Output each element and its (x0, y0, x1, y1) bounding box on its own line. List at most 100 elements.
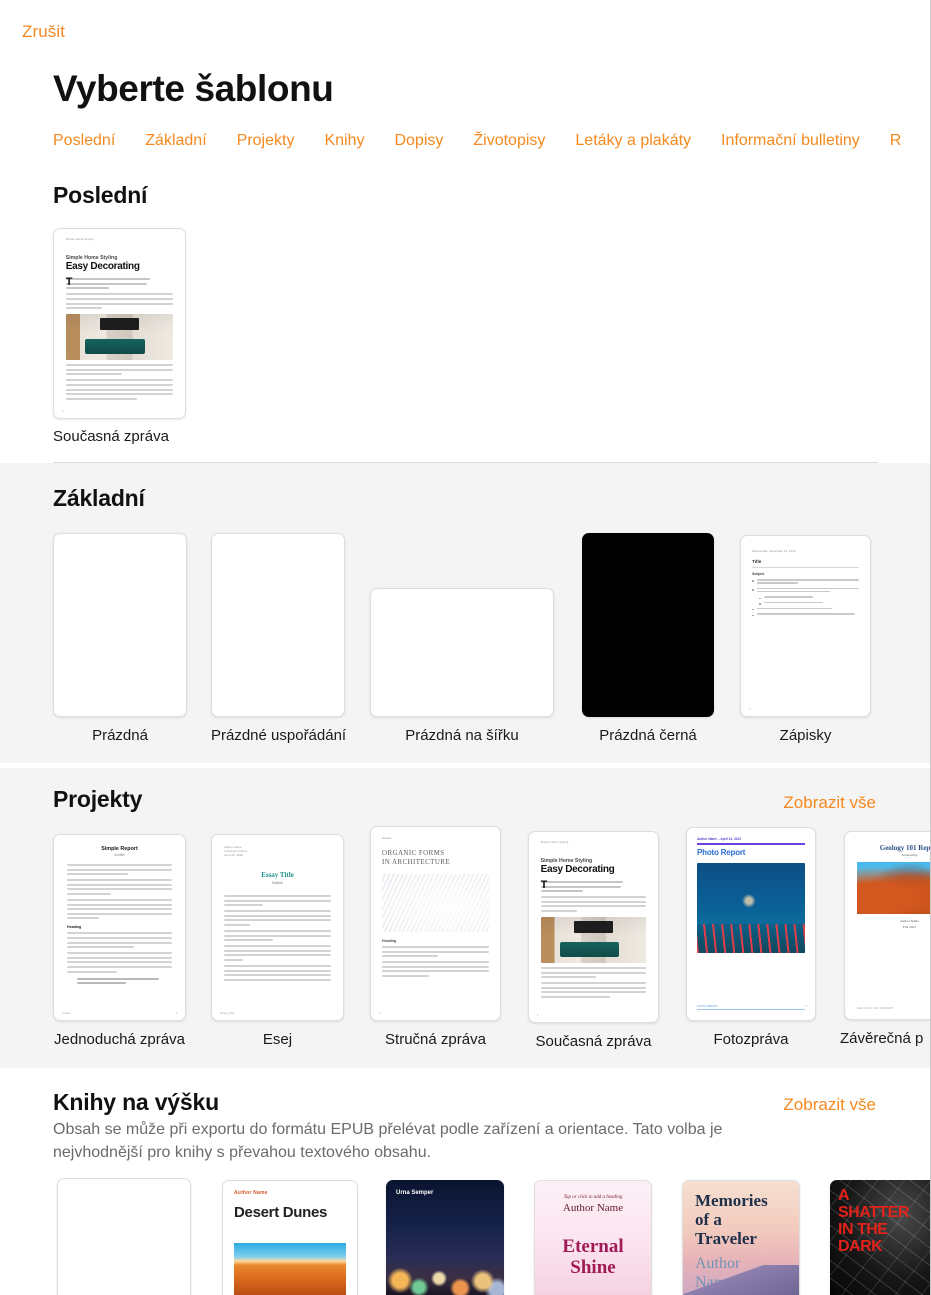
tab-informacni-bulletiny[interactable]: Informační bulletiny (721, 132, 860, 150)
template-card-zapisky[interactable]: Wednesday, December 14, 2019 Title Subje… (740, 535, 871, 744)
doc-title: Easy Decorating (65, 261, 140, 273)
template-card-prazdna[interactable]: Prázdná (53, 533, 187, 744)
show-all-projekty-link[interactable]: Zobrazit vše (783, 793, 876, 813)
template-thumbnail-fotozprava[interactable]: Author Name – April 14, 2022 Photo Repor… (686, 827, 816, 1021)
doc-dropcap: T (65, 276, 73, 289)
desert-title: Desert Dunes (234, 1204, 328, 1221)
template-card-fotozprava[interactable]: Author Name – April 14, 2022 Photo Repor… (686, 827, 816, 1048)
template-thumbnail-soucasna-zprava[interactable]: Simple Home Styling Simple Home Styling … (53, 228, 186, 419)
memories-title-line2: of a (695, 1210, 722, 1229)
category-tab-bar[interactable]: Poslední Základní Projekty Knihy Dopisy … (53, 128, 930, 154)
doc-preview-simple-report: Simple Report Subtitle Heading Footer 1 (54, 835, 185, 1020)
brief-page-number: 1 (379, 1011, 381, 1015)
geo-canyon-photo (857, 862, 930, 914)
section-heading-posledni: Poslední (53, 182, 148, 208)
photo-title: Photo Report (697, 848, 746, 857)
template-thumbnail-jednoducha-zprava[interactable]: Simple Report Subtitle Heading Footer 1 (53, 834, 186, 1021)
book-thumbnail-blank[interactable] (57, 1178, 191, 1295)
eternal-kicker: Tap or click to add a heading (563, 1195, 623, 1200)
template-card-esej[interactable]: Author Name Instructor's Name June 09, 2… (211, 834, 344, 1048)
template-label-zaverecna-prace: Závěrečná p (840, 1030, 924, 1047)
template-label-jednoducha-zprava: Jednoduchá zpráva (54, 1031, 185, 1048)
section-heading-zakladni: Základní (53, 485, 145, 511)
template-thumbnail-zaverecna-prace[interactable]: Geology 101 Report Subheading Author Nam… (844, 831, 931, 1020)
sr-title: Simple Report (101, 846, 138, 852)
section-projekty: Projekty Zobrazit vše Simple Report Subt… (0, 768, 931, 1068)
desert-dune-photo (234, 1243, 346, 1295)
tab-dopisy[interactable]: Dopisy (394, 132, 443, 150)
template-thumbnail-prazdna-na-sirku[interactable] (370, 588, 554, 717)
book-cover-urna-semper: Urna Semper (386, 1180, 504, 1295)
memories-mountain (683, 1265, 799, 1295)
memories-title-line3: Traveler (695, 1229, 757, 1248)
book-card-eternal-shine[interactable]: Tap or click to add a heading Author Nam… (534, 1180, 652, 1295)
eternal-title-line1: Eternal (562, 1236, 624, 1257)
template-card-prazdne-usporadani[interactable]: Prázdné uspořádání (211, 533, 346, 744)
geo-footer: GEOLOGY 101 REPORT (857, 1007, 894, 1010)
book-card-shatter[interactable]: A SHATTER IN THE DARK (830, 1180, 930, 1295)
shatter-title-line3: IN THE (838, 1221, 888, 1238)
template-thumbnail-zapisky[interactable]: Wednesday, December 14, 2019 Title Subje… (740, 535, 871, 717)
photo-page-number: 1 (805, 1004, 807, 1008)
template-card-zaverecna-prace[interactable]: Geology 101 Report Subheading Author Nam… (840, 831, 931, 1047)
template-label-zapisky: Zápisky (779, 727, 832, 744)
section-zakladni: Základní Prázdná Prázdné uspořádání Práz… (0, 463, 930, 763)
template-thumbnail-prazdna-cerna[interactable] (582, 533, 714, 717)
doc2-eyebrow-small: Simple Home Styling (540, 841, 569, 845)
tab-projekty[interactable]: Projekty (237, 132, 295, 150)
template-thumbnail-prazdne-usporadani[interactable] (211, 533, 345, 717)
template-thumbnail-esej[interactable]: Author Name Instructor's Name June 09, 2… (211, 834, 344, 1021)
tab-zakladni[interactable]: Základní (145, 132, 206, 150)
doc-preview-notes: Wednesday, December 14, 2019 Title Subje… (741, 536, 870, 716)
book-cover-shatter: A SHATTER IN THE DARK (830, 1180, 930, 1295)
book-thumbnail-eternal-shine[interactable]: Tap or click to add a heading Author Nam… (534, 1180, 652, 1295)
doc-preview-brief-report: Header ORGANIC FORMS IN ARCHITECTURE Hea… (371, 827, 500, 1020)
essay-footer: Essay Title (220, 1011, 235, 1015)
template-card-soucasna-zprava-2[interactable]: Simple Home Styling Simple Home Styling … (528, 831, 659, 1050)
template-thumbnail-prazdna[interactable] (53, 533, 187, 717)
book-card-desert-dunes[interactable]: Author Name Desert Dunes (222, 1180, 358, 1295)
doc2-room-photo (540, 916, 647, 963)
doc-preview-essay: Author Name Instructor's Name June 09, 2… (212, 835, 343, 1020)
eternal-author: Author Name (562, 1202, 624, 1214)
template-chooser-window: Zrušit Vyberte šablonu Poslední Základní… (0, 0, 931, 1295)
notes-date: Wednesday, December 14, 2019 (752, 549, 796, 553)
doc-room-photo (65, 314, 174, 361)
template-card-prazdna-cerna[interactable]: Prázdná černá (582, 533, 714, 744)
tab-knihy[interactable]: Knihy (324, 132, 364, 150)
section-posledni: Poslední Simple Home Styling Simple Home… (0, 170, 930, 463)
doc-eyebrow-small: Simple Home Styling (65, 238, 94, 242)
sr-heading: Heading (67, 925, 82, 930)
book-cover-eternal-shine: Tap or click to add a heading Author Nam… (535, 1181, 651, 1295)
notes-page-number: 1 (749, 707, 751, 711)
template-card-jednoducha-zprava[interactable]: Simple Report Subtitle Heading Footer 1 … (53, 834, 186, 1048)
book-thumbnail-urna-semper[interactable]: Urna Semper (386, 1180, 504, 1295)
doc-preview-contemporary-2: Simple Home Styling Simple Home Styling … (529, 832, 658, 1022)
template-thumbnail-soucasna-zprava-2[interactable]: Simple Home Styling Simple Home Styling … (528, 831, 659, 1023)
book-thumbnail-shatter[interactable]: A SHATTER IN THE DARK (830, 1180, 930, 1295)
template-card-prazdna-na-sirku[interactable]: Prázdná na šířku (370, 588, 554, 744)
template-card-strucna-zprava[interactable]: Header ORGANIC FORMS IN ARCHITECTURE Hea… (370, 826, 501, 1048)
tab-next-partial[interactable]: R (890, 132, 902, 150)
tab-poslední[interactable]: Poslední (53, 132, 115, 150)
doc2-dropcap: T (540, 879, 548, 892)
template-thumbnail-strucna-zprava[interactable]: Header ORGANIC FORMS IN ARCHITECTURE Hea… (370, 826, 501, 1021)
brief-title-line1: ORGANIC FORMS (382, 849, 445, 857)
essay-title: Essay Title (261, 871, 294, 879)
book-card-memories[interactable]: Memories of a Traveler Author Name (682, 1180, 800, 1295)
book-thumbnail-desert-dunes[interactable]: Author Name Desert Dunes (222, 1180, 358, 1295)
cancel-button[interactable]: Zrušit (22, 22, 65, 42)
essay-subtitle: Subtitle (271, 881, 284, 885)
book-card-blank[interactable] (57, 1178, 191, 1295)
doc-page-number: 1 (62, 409, 64, 413)
show-all-knihy-link[interactable]: Zobrazit vše (783, 1095, 876, 1115)
geo-title: Geology 101 Report (879, 844, 931, 852)
page-title: Vyberte šablonu (53, 68, 334, 109)
template-label-soucasna-zprava: Současná zpráva (53, 428, 169, 445)
memories-title-line1: Memories (695, 1191, 768, 1210)
book-card-urna-semper[interactable]: Urna Semper (386, 1180, 504, 1295)
book-thumbnail-memories[interactable]: Memories of a Traveler Author Name (682, 1180, 800, 1295)
tab-letaky-a-plakaty[interactable]: Letáky a plakáty (575, 132, 691, 150)
template-card-soucasna-zprava[interactable]: Simple Home Styling Simple Home Styling … (53, 228, 186, 445)
tab-zivotopisy[interactable]: Životopisy (473, 132, 545, 150)
